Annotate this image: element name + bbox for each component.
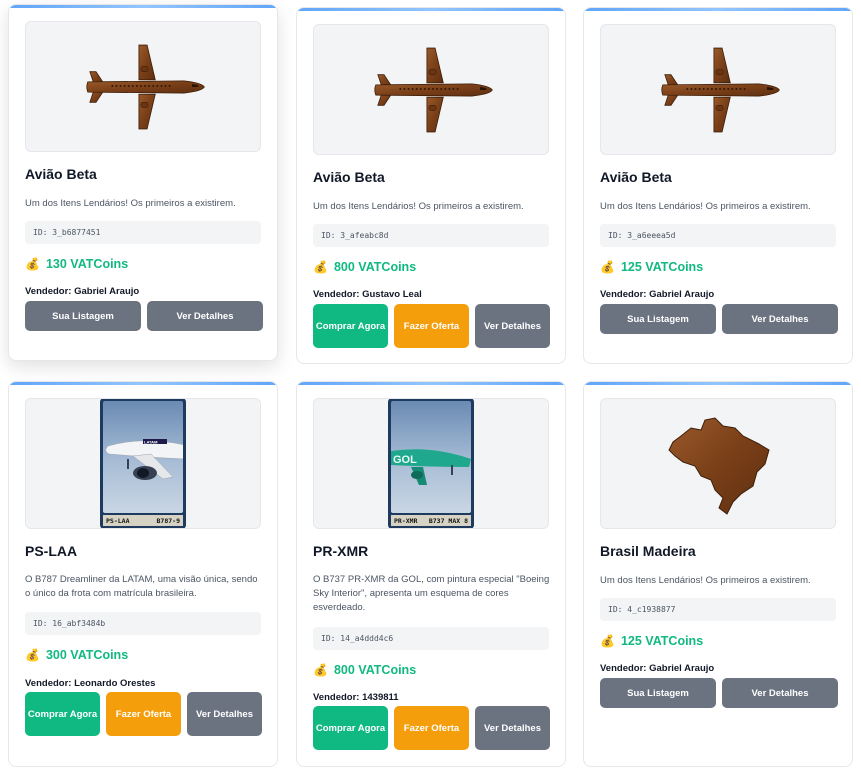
item-description: Um dos Itens Lendários! Os primeiros a e…: [313, 201, 524, 212]
item-price: 💰 300 VATCoins: [25, 648, 128, 662]
item-seller: Vendedor: 1439811: [313, 692, 399, 703]
svg-text:GOL: GOL: [393, 454, 417, 466]
item-price: 💰 125 VATCoins: [600, 260, 703, 274]
item-id: ID: 3_b6877451: [25, 221, 261, 244]
latam-b787-photo: LATAM PS-LAA B787-9: [100, 399, 186, 528]
item-id: ID: 16_abf3484b: [25, 612, 261, 635]
item-image: GOL PR-XMR B737 MAX 8: [313, 398, 549, 529]
registration-plate: PS-LAA B787-9: [103, 515, 183, 526]
money-bag-icon: 💰: [313, 260, 328, 274]
item-id: ID: 3_afeabc8d: [313, 224, 549, 247]
svg-text:LATAM: LATAM: [144, 440, 158, 445]
item-id: ID: 14_a4ddd4c6: [313, 627, 549, 650]
gol-b737-photo: GOL PR-XMR B737 MAX 8: [388, 399, 474, 528]
price-value: 300 VATCoins: [45, 648, 129, 662]
listing-card[interactable]: LATAM PS-LAA B787-9 PS-LAA O B787 Dreaml…: [8, 381, 278, 767]
registration-plate: PR-XMR B737 MAX 8: [391, 515, 471, 526]
item-seller: Vendedor: Gabriel Araujo: [25, 286, 140, 297]
plate-registration: PS-LAA: [106, 516, 130, 525]
item-title: Brasil Madeira: [600, 543, 696, 559]
view-details-button[interactable]: Ver Detalhes: [722, 304, 838, 334]
item-id: ID: 4_c1938877: [600, 598, 836, 621]
item-image: LATAM PS-LAA B787-9: [25, 398, 261, 529]
wooden-plane-icon: [81, 41, 205, 133]
item-description: O B737 PR-XMR da GOL, com pintura especi…: [313, 574, 550, 613]
listing-card[interactable]: Avião Beta Um dos Itens Lendários! Os pr…: [8, 4, 278, 361]
your-listing-button[interactable]: Sua Listagem: [600, 678, 716, 708]
money-bag-icon: 💰: [313, 663, 328, 677]
item-image: [600, 24, 836, 155]
your-listing-button[interactable]: Sua Listagem: [600, 304, 716, 334]
listing-card[interactable]: GOL PR-XMR B737 MAX 8 PR-XMR O B737 PR-X…: [296, 381, 566, 767]
buy-now-button[interactable]: Comprar Agora: [313, 706, 388, 750]
item-description: O B787 Dreamliner da LATAM, uma visão ún…: [25, 574, 258, 599]
plate-registration: PR-XMR: [394, 516, 418, 525]
item-seller: Vendedor: Gabriel Araujo: [600, 663, 715, 674]
item-title: PS-LAA: [25, 543, 78, 559]
money-bag-icon: 💰: [600, 260, 615, 274]
view-details-button[interactable]: Ver Detalhes: [187, 692, 262, 736]
view-details-button[interactable]: Ver Detalhes: [475, 706, 550, 750]
plate-model: B737 MAX 8: [428, 516, 468, 525]
price-value: 130 VATCoins: [45, 257, 129, 271]
item-seller: Vendedor: Gustavo Leal: [313, 289, 422, 300]
money-bag-icon: 💰: [600, 634, 615, 648]
price-value: 800 VATCoins: [333, 260, 417, 274]
make-offer-button[interactable]: Fazer Oferta: [106, 692, 181, 736]
your-listing-button[interactable]: Sua Listagem: [25, 301, 141, 331]
item-price: 💰 125 VATCoins: [600, 634, 703, 648]
item-image: [25, 21, 261, 152]
item-description: Um dos Itens Lendários! Os primeiros a e…: [25, 198, 236, 209]
item-price: 💰 800 VATCoins: [313, 260, 416, 274]
listing-card[interactable]: Avião Beta Um dos Itens Lendários! Os pr…: [296, 7, 566, 364]
make-offer-button[interactable]: Fazer Oferta: [394, 304, 469, 348]
item-title: PR-XMR: [313, 543, 369, 559]
item-price: 💰 800 VATCoins: [313, 663, 416, 677]
view-details-button[interactable]: Ver Detalhes: [475, 304, 550, 348]
item-seller: Vendedor: Gabriel Araujo: [600, 289, 715, 300]
item-id: ID: 3_a6eeea5d: [600, 224, 836, 247]
item-image: [313, 24, 549, 155]
item-title: Avião Beta: [313, 169, 385, 185]
buy-now-button[interactable]: Comprar Agora: [25, 692, 100, 736]
plate-model: B787-9: [156, 516, 180, 525]
money-bag-icon: 💰: [25, 257, 40, 271]
price-value: 125 VATCoins: [620, 260, 704, 274]
buy-now-button[interactable]: Comprar Agora: [313, 304, 388, 348]
wooden-plane-icon: [656, 44, 780, 136]
item-title: Avião Beta: [600, 169, 672, 185]
price-value: 125 VATCoins: [620, 634, 704, 648]
money-bag-icon: 💰: [25, 648, 40, 662]
view-details-button[interactable]: Ver Detalhes: [722, 678, 838, 708]
item-image: [600, 398, 836, 529]
wooden-brazil-map: [667, 417, 770, 515]
view-details-button[interactable]: Ver Detalhes: [147, 301, 263, 331]
item-title: Avião Beta: [25, 166, 97, 182]
item-description: Um dos Itens Lendários! Os primeiros a e…: [600, 575, 811, 586]
item-description: Um dos Itens Lendários! Os primeiros a e…: [600, 201, 811, 212]
listing-card[interactable]: Brasil Madeira Um dos Itens Lendários! O…: [583, 381, 853, 767]
make-offer-button[interactable]: Fazer Oferta: [394, 706, 469, 750]
price-value: 800 VATCoins: [333, 663, 417, 677]
wooden-plane-icon: [369, 44, 493, 136]
item-price: 💰 130 VATCoins: [25, 257, 128, 271]
item-seller: Vendedor: Leonardo Orestes: [25, 678, 156, 689]
listing-card[interactable]: Avião Beta Um dos Itens Lendários! Os pr…: [583, 7, 853, 364]
